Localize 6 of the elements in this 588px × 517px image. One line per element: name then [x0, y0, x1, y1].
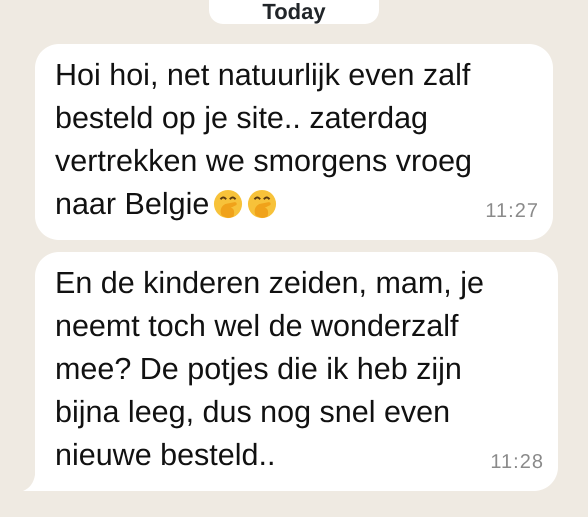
message-text: En de kinderen zeiden, mam, je neemt toch wel de wonderzalf mee? De potjes die ik heb zijn bijna leeg, dus nog snel even nieuwe besteld.. — [55, 265, 484, 474]
message-time: 11:27 — [485, 199, 539, 224]
hand-over-mouth-emoji-icon — [247, 189, 278, 219]
message-time: 11:28 — [490, 450, 544, 475]
message-text: Hoi hoi, net natuurlijk even zalf besteld op je site.. zaterdag vertrekken we smorgens vroeg naar Belgie — [55, 57, 472, 223]
hand-over-mouth-emoji-icon — [213, 189, 244, 219]
